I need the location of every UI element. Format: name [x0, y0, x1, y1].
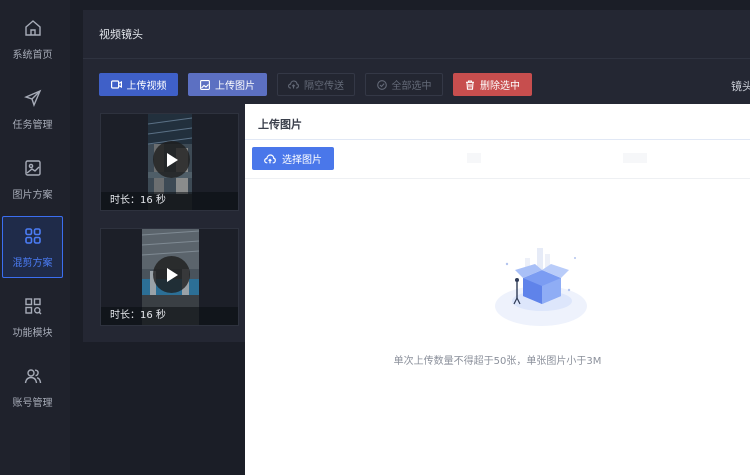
empty-box-illustration — [495, 248, 587, 326]
sidebar-item-label: 功能模块 — [12, 327, 53, 339]
divider — [623, 153, 647, 163]
dialog-header: 上传图片 — [245, 104, 750, 140]
grid-icon — [23, 226, 43, 246]
sidebar-item-image-plan[interactable]: 图片方案 — [2, 148, 63, 210]
select-image-button[interactable]: 选择图片 — [252, 147, 334, 170]
sidebar-item-modules[interactable]: 功能模块 — [2, 286, 63, 348]
lens-label: 镜头 — [731, 80, 750, 93]
sidebar-item-label: 账号管理 — [12, 397, 53, 409]
divider — [467, 153, 481, 163]
select-all-button[interactable]: 全部选中 — [365, 73, 443, 96]
play-button[interactable] — [153, 141, 190, 178]
upload-hint: 单次上传数量不得超于50张，单张图片小于3M — [393, 356, 602, 367]
modules-icon — [23, 296, 43, 316]
delete-selected-button[interactable]: 删除选中 — [453, 73, 532, 96]
sidebar-item-label: 混剪方案 — [12, 257, 53, 269]
transfer-label: 隔空传送 — [304, 81, 344, 92]
sidebar-item-label: 任务管理 — [12, 119, 53, 131]
image-icon — [23, 158, 43, 178]
home-icon — [23, 18, 43, 38]
page-title: 视频镜头 — [99, 28, 143, 41]
users-icon — [23, 366, 43, 386]
dialog-toolbar: 选择图片 — [245, 141, 750, 179]
send-icon — [23, 88, 43, 108]
play-icon — [166, 152, 178, 167]
play-button[interactable] — [153, 256, 190, 293]
select-image-label: 选择图片 — [282, 155, 322, 166]
dialog-title: 上传图片 — [258, 118, 302, 131]
upload-image-dialog: 上传图片 选择图片 单次上传数量不得超于50张，单张图片小于3M — [245, 104, 750, 475]
divider — [83, 58, 750, 59]
image-icon — [200, 79, 210, 90]
upload-image-button[interactable]: 上传图片 — [188, 73, 267, 96]
video-card[interactable]: 时长：16 秒 — [100, 113, 239, 211]
select-all-label: 全部选中 — [391, 81, 432, 92]
cloud-upload-icon — [264, 153, 276, 163]
sidebar-item-tasks[interactable]: 任务管理 — [2, 78, 63, 140]
video-duration: 时长：16 秒 — [101, 192, 238, 210]
upload-image-label: 上传图片 — [215, 81, 255, 92]
trash-icon — [466, 79, 474, 90]
video-card[interactable]: 时长：16 秒 — [100, 228, 239, 326]
sidebar-item-home[interactable]: 系统首页 — [2, 8, 63, 70]
upload-video-button[interactable]: 上传视频 — [99, 73, 178, 96]
video-icon — [110, 80, 122, 89]
transfer-button[interactable]: 隔空传送 — [277, 73, 355, 96]
cloud-icon — [288, 80, 299, 89]
check-circle-icon — [376, 79, 387, 90]
upload-video-label: 上传视频 — [126, 81, 167, 92]
sidebar: 系统首页 任务管理 图片方案 混剪方案 功能模块 账号管理 — [0, 0, 70, 475]
delete-selected-label: 删除选中 — [480, 81, 520, 92]
video-duration: 时长：16 秒 — [101, 307, 238, 325]
play-icon — [166, 267, 178, 282]
sidebar-item-accounts[interactable]: 账号管理 — [2, 356, 63, 418]
sidebar-item-mix-plan[interactable]: 混剪方案 — [2, 216, 63, 278]
sidebar-item-label: 图片方案 — [12, 189, 53, 201]
sidebar-item-label: 系统首页 — [12, 49, 53, 61]
